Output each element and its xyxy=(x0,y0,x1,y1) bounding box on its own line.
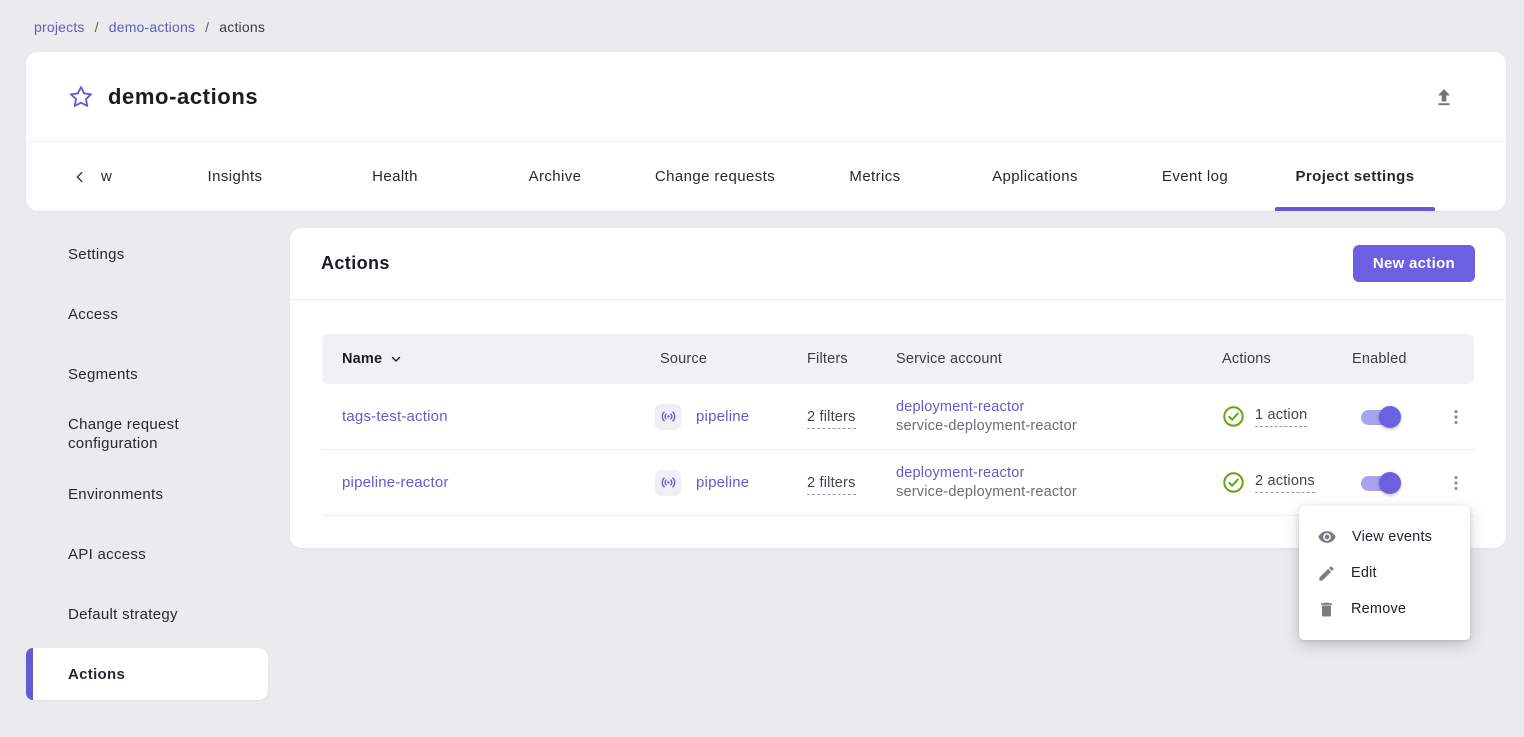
tab-change-requests[interactable]: Change requests xyxy=(635,142,795,211)
signal-icon xyxy=(660,408,677,425)
sidebar-item-environments[interactable]: Environments xyxy=(26,464,268,524)
sidebar-item-settings[interactable]: Settings xyxy=(26,224,268,284)
row-menu-button[interactable] xyxy=(1440,401,1472,433)
action-name-link[interactable]: pipeline-reactor xyxy=(342,474,449,491)
check-circle-icon xyxy=(1222,471,1245,494)
upload-icon xyxy=(1432,85,1456,109)
chevron-left-icon xyxy=(72,169,88,185)
check-circle-icon xyxy=(1222,405,1245,428)
enabled-toggle[interactable] xyxy=(1359,472,1401,494)
tab-event-log[interactable]: Event log xyxy=(1115,142,1275,211)
source-badge xyxy=(655,404,681,430)
table-row: tags-test-action pipeline 2 filters depl… xyxy=(322,384,1474,450)
settings-sidebar: Settings Access Segments Change request … xyxy=(26,224,268,704)
favorite-button[interactable] xyxy=(68,84,94,110)
service-account-link[interactable]: deployment-reactor xyxy=(896,465,1025,481)
column-header-name[interactable]: Name xyxy=(322,351,655,367)
panel-title: Actions xyxy=(321,253,390,274)
project-title-row: demo-actions xyxy=(26,52,1506,141)
actions-count[interactable]: 2 actions xyxy=(1255,473,1315,493)
pencil-icon xyxy=(1317,564,1336,583)
trash-icon xyxy=(1317,600,1336,619)
kebab-icon xyxy=(1446,473,1466,493)
chevron-down-icon xyxy=(389,352,403,366)
tab-insights[interactable]: Insights xyxy=(155,142,315,211)
actions-count[interactable]: 1 action xyxy=(1255,407,1307,427)
source-link[interactable]: pipeline xyxy=(696,474,749,491)
star-outline-icon xyxy=(68,84,94,110)
column-header-source: Source xyxy=(655,351,795,367)
column-header-enabled: Enabled xyxy=(1347,351,1437,367)
signal-icon xyxy=(660,474,677,491)
menu-item-edit[interactable]: Edit xyxy=(1299,555,1470,591)
service-account-link[interactable]: deployment-reactor xyxy=(896,399,1025,415)
filters-count[interactable]: 2 filters xyxy=(807,475,856,495)
breadcrumb-current: actions xyxy=(219,19,265,35)
column-header-service-account: Service account xyxy=(891,351,1217,367)
export-button[interactable] xyxy=(1432,85,1456,109)
breadcrumb: projects / demo-actions / actions xyxy=(34,19,265,35)
column-header-filters: Filters xyxy=(795,351,891,367)
column-header-name-label: Name xyxy=(342,351,382,367)
filters-count[interactable]: 2 filters xyxy=(807,409,856,429)
sidebar-item-default-strategy[interactable]: Default strategy xyxy=(26,584,268,644)
menu-item-label: View events xyxy=(1352,529,1432,545)
sidebar-item-api-access[interactable]: API access xyxy=(26,524,268,584)
tab-health[interactable]: Health xyxy=(315,142,475,211)
row-menu-button[interactable] xyxy=(1440,467,1472,499)
source-link[interactable]: pipeline xyxy=(696,408,749,425)
actions-panel-header: Actions New action xyxy=(290,228,1506,300)
new-action-button[interactable]: New action xyxy=(1353,245,1475,282)
tab-overview-clipped[interactable]: w xyxy=(101,168,112,185)
project-tabs: w Insights Health Archive Change request… xyxy=(26,141,1506,211)
source-badge xyxy=(655,470,681,496)
service-account-id: service-deployment-reactor xyxy=(896,417,1217,436)
menu-item-label: Remove xyxy=(1351,601,1406,617)
menu-item-remove[interactable]: Remove xyxy=(1299,591,1470,627)
sidebar-item-segments[interactable]: Segments xyxy=(26,344,268,404)
project-header-card: demo-actions w Insights Health Archive C… xyxy=(26,52,1506,211)
tab-archive[interactable]: Archive xyxy=(475,142,635,211)
tab-applications[interactable]: Applications xyxy=(955,142,1115,211)
actions-panel: Actions New action Name Source Filters S… xyxy=(290,228,1506,548)
sidebar-item-access[interactable]: Access xyxy=(26,284,268,344)
breadcrumb-separator: / xyxy=(95,19,99,35)
breadcrumb-link-project[interactable]: demo-actions xyxy=(109,19,195,35)
breadcrumb-link-projects[interactable]: projects xyxy=(34,19,85,35)
tab-metrics[interactable]: Metrics xyxy=(795,142,955,211)
actions-table: Name Source Filters Service account Acti… xyxy=(322,334,1474,516)
menu-item-label: Edit xyxy=(1351,565,1377,581)
page-title: demo-actions xyxy=(108,84,258,110)
eye-icon xyxy=(1317,527,1337,547)
tab-project-settings[interactable]: Project settings xyxy=(1275,142,1435,211)
service-account-id: service-deployment-reactor xyxy=(896,483,1217,502)
table-header-row: Name Source Filters Service account Acti… xyxy=(322,334,1474,384)
enabled-toggle[interactable] xyxy=(1359,406,1401,428)
column-header-actions: Actions xyxy=(1217,351,1347,367)
sidebar-item-change-request-configuration[interactable]: Change request configuration xyxy=(26,404,268,464)
sidebar-item-actions[interactable]: Actions xyxy=(26,648,268,700)
kebab-icon xyxy=(1446,407,1466,427)
breadcrumb-separator: / xyxy=(205,19,209,35)
menu-item-view-events[interactable]: View events xyxy=(1299,519,1470,555)
tabs-scroll-left-button[interactable]: w xyxy=(26,142,155,211)
action-name-link[interactable]: tags-test-action xyxy=(342,408,448,425)
row-context-menu: View events Edit Remove xyxy=(1299,506,1470,640)
